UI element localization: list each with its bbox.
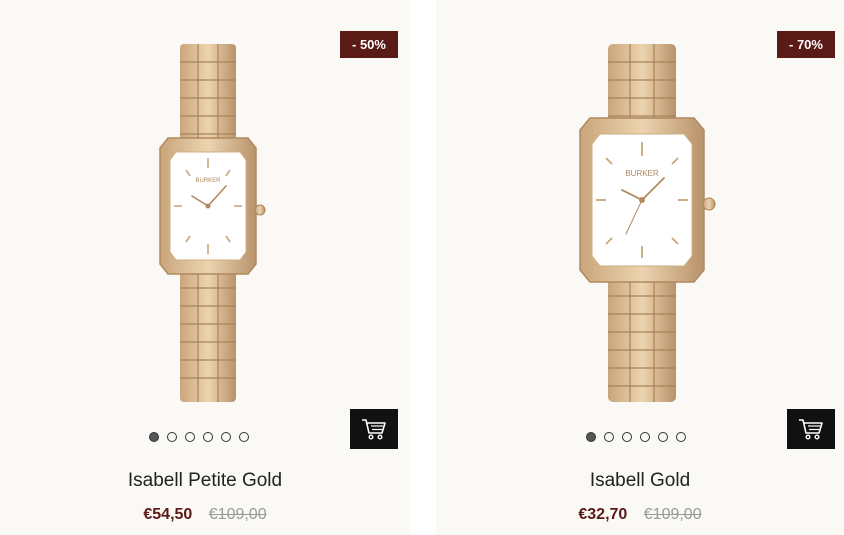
product-prices: €54,50 €109,00 — [0, 506, 410, 524]
product-card-isabell-petite-gold[interactable]: - 50% BURKER Isabell Petite Gold €54,50 … — [0, 0, 410, 535]
product-card-isabell-gold[interactable]: - 70% BURKER Isabell Gold €32,70 €109,00 — [436, 0, 844, 535]
carousel-dot[interactable] — [149, 432, 159, 442]
carousel-dot[interactable] — [239, 432, 249, 442]
carousel-dot[interactable] — [604, 432, 614, 442]
original-price: €109,00 — [643, 506, 702, 523]
image-carousel-dots — [586, 432, 686, 442]
cart-icon — [362, 419, 386, 440]
carousel-dot[interactable] — [622, 432, 632, 442]
sale-price: €54,50 — [143, 506, 193, 523]
carousel-dot[interactable] — [640, 432, 650, 442]
image-carousel-dots — [149, 432, 249, 442]
card-divider — [410, 18, 436, 428]
product-image-watch[interactable]: BURKER — [140, 40, 280, 410]
product-image-watch[interactable]: BURKER — [566, 38, 726, 410]
carousel-dot[interactable] — [221, 432, 231, 442]
add-to-cart-button[interactable] — [350, 409, 398, 449]
brand-mark: BURKER — [195, 178, 221, 184]
product-name[interactable]: Isabell Gold — [436, 470, 844, 492]
carousel-dot[interactable] — [676, 432, 686, 442]
carousel-dot[interactable] — [203, 432, 213, 442]
carousel-dot[interactable] — [185, 432, 195, 442]
discount-badge: - 50% — [340, 31, 398, 58]
carousel-dot[interactable] — [658, 432, 668, 442]
product-prices: €32,70 €109,00 — [436, 506, 844, 524]
original-price: €109,00 — [208, 506, 267, 523]
carousel-dot[interactable] — [167, 432, 177, 442]
carousel-dot[interactable] — [586, 432, 596, 442]
sale-price: €32,70 — [578, 506, 628, 523]
product-name[interactable]: Isabell Petite Gold — [0, 470, 410, 492]
cart-icon — [799, 419, 823, 440]
brand-mark: BURKER — [625, 169, 659, 178]
discount-badge: - 70% — [777, 31, 835, 58]
add-to-cart-button[interactable] — [787, 409, 835, 449]
